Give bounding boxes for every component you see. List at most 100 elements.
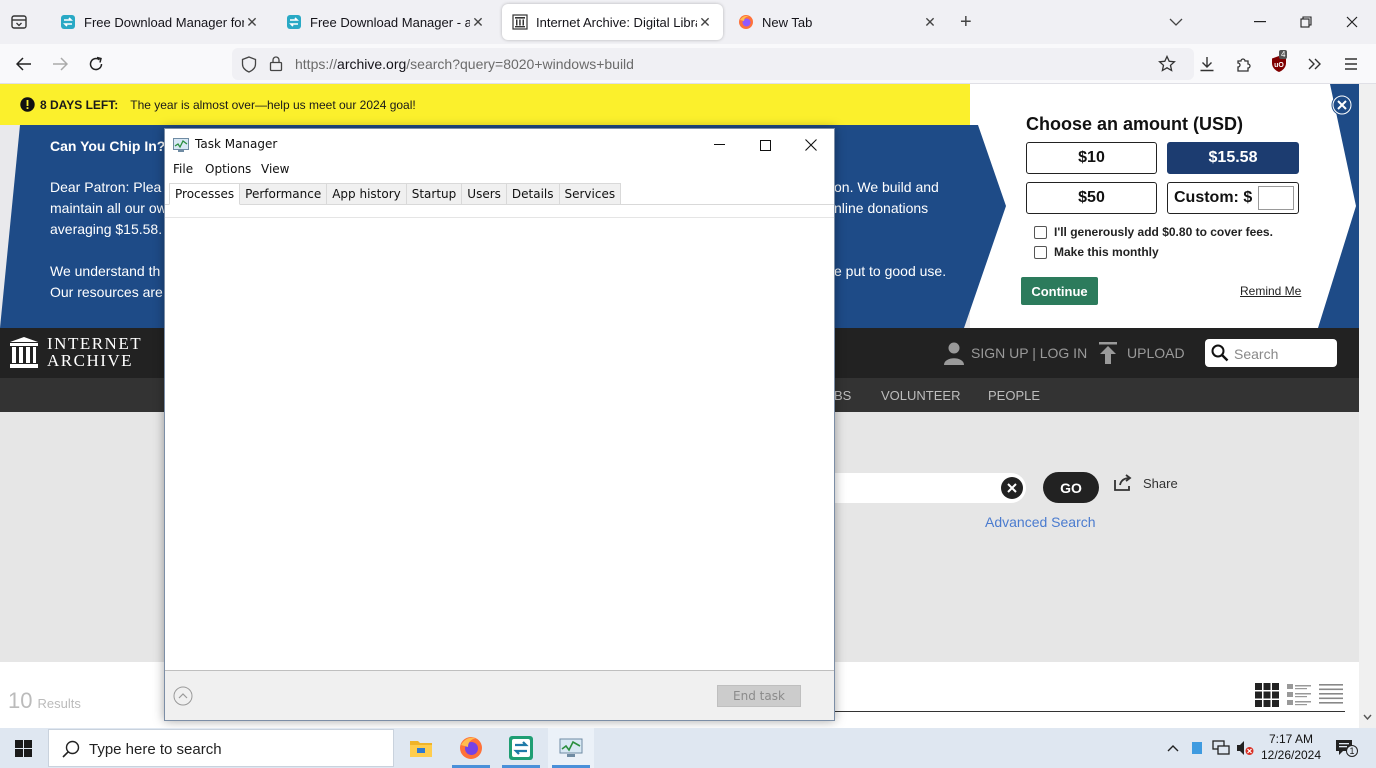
tab-close-button[interactable]: ✕: [244, 14, 260, 31]
clock-date: 12/26/2024: [1260, 748, 1322, 762]
search-icon: [62, 740, 80, 758]
reload-button[interactable]: [85, 54, 107, 74]
banner-line-spacer: [834, 219, 946, 261]
tab-services[interactable]: Services: [559, 183, 622, 205]
cover-fees-checkbox[interactable]: [1034, 225, 1047, 239]
action-center-button[interactable]: 1: [1334, 739, 1358, 757]
scroll-down-icon[interactable]: [1363, 714, 1372, 720]
extensions-button[interactable]: [1232, 54, 1254, 74]
url-text[interactable]: https://archive.org/search?query=8020+wi…: [295, 56, 634, 72]
tab-details[interactable]: Details: [506, 183, 560, 205]
back-button[interactable]: [13, 54, 35, 74]
upload-link[interactable]: UPLOAD: [1127, 345, 1185, 361]
svg-text:uO: uO: [1274, 62, 1284, 69]
tab-processes[interactable]: Processes: [169, 183, 241, 205]
taskbar-fdm[interactable]: [498, 728, 544, 768]
tray-app-icon[interactable]: [1188, 739, 1206, 757]
tab-app-history[interactable]: App history: [327, 183, 407, 205]
page-scrollbar[interactable]: [1359, 84, 1376, 728]
banner-line: maintain all our ow: [50, 200, 167, 216]
address-bar[interactable]: https://archive.org/search?query=8020+wi…: [232, 48, 1194, 80]
close-window-button[interactable]: [1342, 12, 1362, 32]
tab-close-button[interactable]: ✕: [470, 14, 486, 31]
amount-10-button[interactable]: $10: [1026, 142, 1157, 174]
custom-amount-input[interactable]: [1258, 186, 1294, 210]
compact-list-view-button[interactable]: [1319, 683, 1345, 707]
go-button[interactable]: GO: [1043, 472, 1099, 503]
cover-fees-label: I'll generously add $0.80 to cover fees.: [1054, 225, 1273, 239]
clear-search-button[interactable]: [1000, 476, 1024, 500]
tab-close-button[interactable]: ✕: [922, 14, 938, 31]
minimize-button[interactable]: [1250, 12, 1270, 32]
lock-icon[interactable]: [269, 55, 283, 72]
show-hidden-icons-button[interactable]: [1164, 739, 1182, 757]
archive-logo-icon[interactable]: [10, 337, 38, 368]
taskbar-firefox[interactable]: [448, 728, 494, 768]
clear-circle-icon: [1001, 477, 1023, 499]
tab-fdm-windows[interactable]: Free Download Manager for Wi ✕: [50, 4, 270, 40]
tile-view-button[interactable]: [1255, 683, 1281, 707]
monthly-option[interactable]: Make this monthly: [1034, 245, 1159, 259]
tm-maximize-button[interactable]: [754, 135, 776, 155]
notification-count: 1: [1346, 745, 1358, 757]
taskbar-clock[interactable]: 7:17 AM 12/26/2024: [1260, 731, 1322, 763]
taskbar-search-box[interactable]: Type here to search: [48, 729, 394, 767]
end-task-button[interactable]: End task: [717, 685, 801, 707]
volume-button[interactable]: [1236, 739, 1254, 757]
nav-item-people[interactable]: PEOPLE: [988, 388, 1040, 403]
amount-15-58-button[interactable]: $15.58: [1167, 142, 1299, 174]
browser-tab-bar: Free Download Manager for Wi ✕ Free Down…: [0, 0, 1376, 44]
nav-item-volunteer[interactable]: VOLUNTEER: [881, 388, 960, 403]
network-icon: [1212, 740, 1230, 755]
tab-overflow-button[interactable]: [1166, 12, 1186, 32]
tm-minimize-button[interactable]: [708, 135, 730, 155]
remind-me-link[interactable]: Remind Me: [1240, 284, 1301, 298]
taskbar-task-manager[interactable]: [548, 728, 594, 768]
clock-time: 7:17 AM: [1268, 732, 1314, 746]
banner-text-right: on. We build and nline donations e put t…: [834, 177, 946, 282]
menu-file[interactable]: File: [173, 162, 193, 176]
tab-close-button[interactable]: ✕: [697, 14, 713, 31]
tab-users[interactable]: Users: [462, 183, 507, 205]
menu-view[interactable]: View: [261, 162, 289, 176]
ublock-extension-button[interactable]: uO 4: [1268, 50, 1290, 74]
bookmark-star-icon[interactable]: [1158, 55, 1176, 73]
browser-nav-bar: https://archive.org/search?query=8020+wi…: [0, 44, 1376, 84]
fewer-details-button[interactable]: [173, 686, 193, 706]
shield-icon[interactable]: [241, 56, 257, 73]
main-search-input[interactable]: [820, 473, 1026, 503]
network-status-button[interactable]: [1212, 739, 1230, 757]
menu-options[interactable]: Options: [205, 162, 251, 176]
banner-line: We understand th: [50, 263, 161, 279]
archive-logo-text[interactable]: INTERNET ARCHIVE: [47, 335, 142, 369]
amount-50-button[interactable]: $50: [1026, 182, 1157, 214]
windows-start-icon[interactable]: [15, 740, 32, 757]
archive-header-search[interactable]: Search: [1205, 339, 1337, 367]
tab-new-tab[interactable]: New Tab ✕: [728, 4, 948, 40]
back-arrow-icon: [16, 57, 31, 71]
tm-close-button[interactable]: [800, 135, 822, 155]
app-menu-button[interactable]: [1340, 54, 1362, 74]
banner-line-spacer: [50, 240, 167, 261]
taskbar-file-explorer[interactable]: [398, 728, 444, 768]
downloads-button[interactable]: [1196, 54, 1218, 74]
new-tab-button[interactable]: +: [960, 12, 972, 32]
advanced-search-link[interactable]: Advanced Search: [985, 514, 1096, 530]
process-list-header-line: [165, 217, 834, 218]
tab-fdm-about[interactable]: Free Download Manager - abso ✕: [276, 4, 496, 40]
list-all-tabs-button[interactable]: [8, 12, 30, 32]
more-tools-button[interactable]: [1304, 54, 1326, 74]
tab-performance[interactable]: Performance: [240, 183, 328, 205]
continue-button[interactable]: Continue: [1021, 277, 1098, 305]
share-link[interactable]: Share: [1113, 474, 1178, 492]
cover-fees-option[interactable]: I'll generously add $0.80 to cover fees.: [1034, 225, 1273, 239]
close-banner-button[interactable]: [1331, 94, 1353, 116]
forward-button[interactable]: [49, 54, 71, 74]
tab-internet-archive[interactable]: Internet Archive: Digital Library ✕: [502, 4, 723, 40]
signup-login-link[interactable]: SIGN UP | LOG IN: [971, 345, 1087, 361]
restore-button[interactable]: [1296, 12, 1316, 32]
tab-startup[interactable]: Startup: [406, 183, 463, 205]
nav-item-bs[interactable]: BS: [834, 388, 851, 403]
list-detail-view-button[interactable]: [1287, 683, 1313, 707]
monthly-checkbox[interactable]: [1034, 245, 1047, 259]
